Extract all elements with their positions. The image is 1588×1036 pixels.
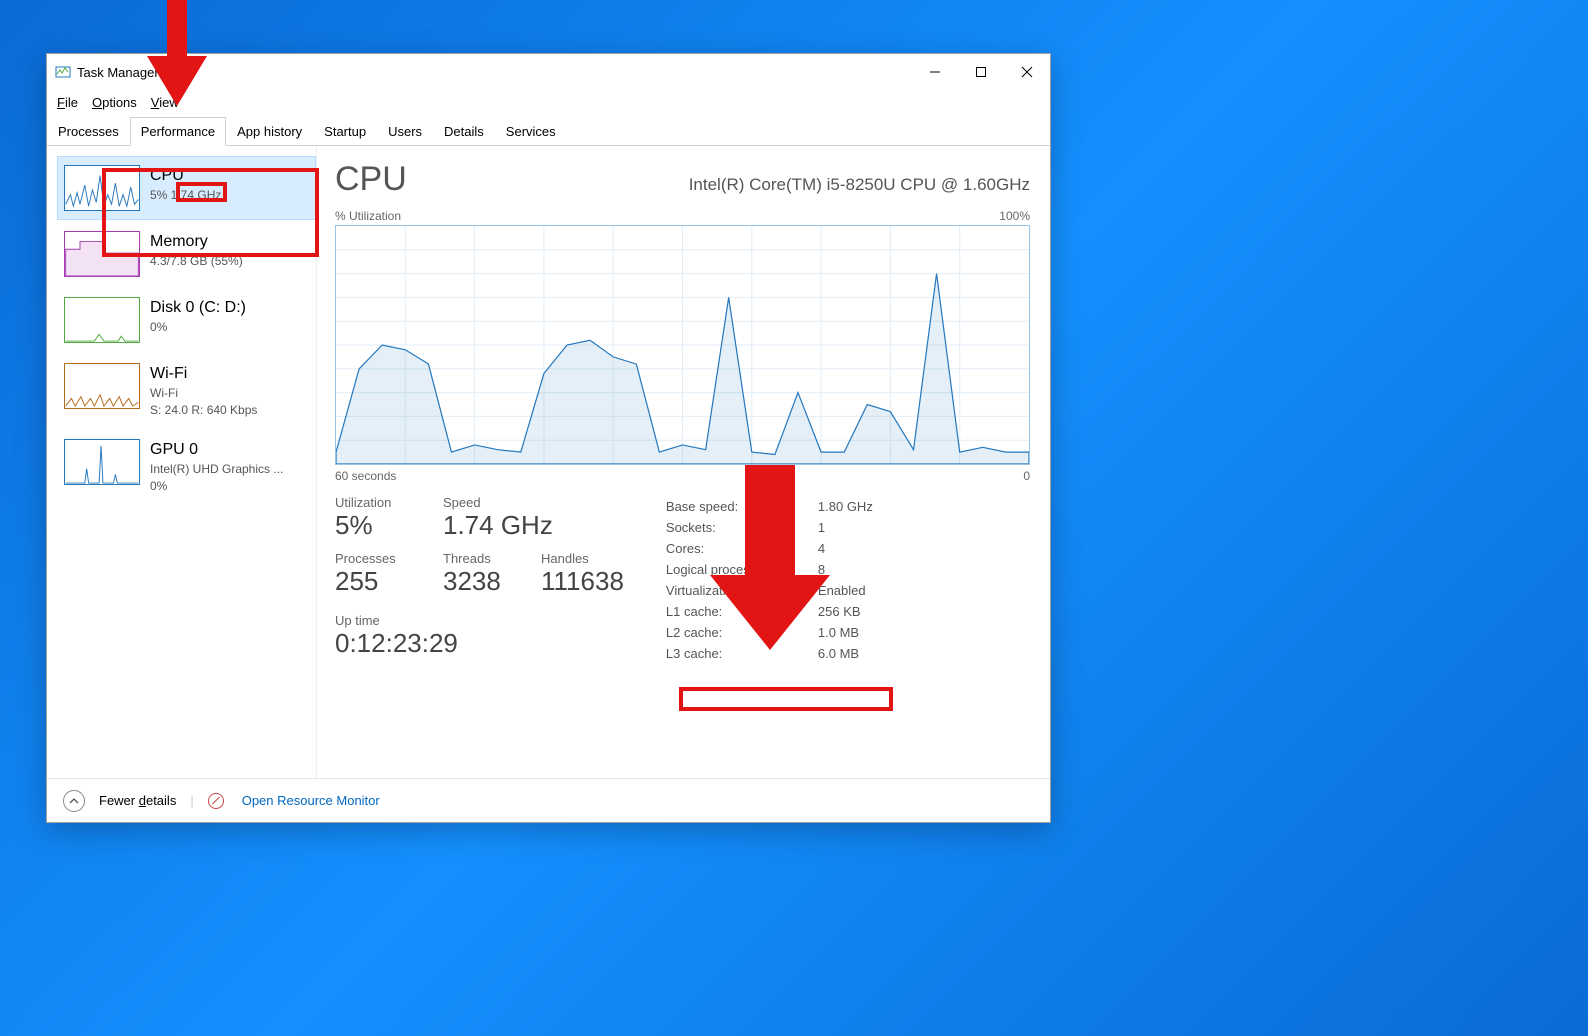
sidebar-wifi-sub1: Wi-Fi (150, 385, 257, 402)
stat-speed-label: Speed (443, 495, 553, 510)
spec-row: Virtualization:Enabled (666, 581, 883, 600)
tabbar: Processes Performance App history Startu… (47, 116, 1050, 146)
menu-view[interactable]: View (151, 95, 179, 110)
sidebar-wifi-title: Wi-Fi (150, 363, 257, 385)
stat-threads-value: 3238 (443, 566, 523, 597)
tab-processes[interactable]: Processes (47, 117, 130, 145)
chart-label-0: 0 (1023, 469, 1030, 483)
window-title: Task Manager (77, 65, 159, 80)
sidebar-gpu-title: GPU 0 (150, 439, 283, 461)
gpu-thumb (64, 439, 140, 485)
fewer-details-link[interactable]: Fewer details (99, 793, 176, 808)
menu-file[interactable]: File (57, 95, 78, 110)
sidebar-gpu-sub2: 0% (150, 478, 283, 495)
sidebar-item-wifi[interactable]: Wi-Fi Wi-Fi S: 24.0 R: 640 Kbps (57, 354, 316, 428)
sidebar-item-gpu[interactable]: GPU 0 Intel(R) UHD Graphics ... 0% (57, 430, 316, 504)
tab-services[interactable]: Services (495, 117, 567, 145)
chart-label-60s: 60 seconds (335, 469, 396, 483)
stat-handles-value: 111638 (541, 566, 624, 597)
sidebar-gpu-sub1: Intel(R) UHD Graphics ... (150, 461, 283, 478)
tab-app-history[interactable]: App history (226, 117, 313, 145)
stat-handles-label: Handles (541, 551, 624, 566)
sidebar-memory-sub: 4.3/7.8 GB (55%) (150, 253, 243, 270)
main-heading: CPU (335, 160, 407, 199)
close-button[interactable] (1004, 54, 1050, 90)
menu-options[interactable]: Options (92, 95, 137, 110)
menubar: File Options View (47, 90, 1050, 116)
spec-row: Cores:4 (666, 539, 883, 558)
tab-startup[interactable]: Startup (313, 117, 377, 145)
sidebar-item-memory[interactable]: Memory 4.3/7.8 GB (55%) (57, 222, 316, 286)
cpu-thumb (64, 165, 140, 211)
stat-processes-value: 255 (335, 566, 425, 597)
sidebar-cpu-sub: 5% 1.74 GHz (150, 187, 221, 204)
main-panel: CPU Intel(R) Core(TM) i5-8250U CPU @ 1.6… (317, 146, 1050, 778)
maximize-button[interactable] (958, 54, 1004, 90)
titlebar[interactable]: Task Manager (47, 54, 1050, 90)
chevron-up-icon[interactable] (63, 790, 85, 812)
uptime-value: 0:12:23:29 (335, 628, 624, 659)
wifi-thumb (64, 363, 140, 409)
stat-util-label: Utilization (335, 495, 425, 510)
task-manager-window: Task Manager File Options View Processes… (46, 53, 1051, 823)
spec-row: Sockets:1 (666, 518, 883, 537)
uptime-label: Up time (335, 613, 624, 628)
tab-details[interactable]: Details (433, 117, 495, 145)
sidebar-item-cpu[interactable]: CPU 5% 1.74 GHz (57, 156, 316, 220)
disk-thumb (64, 297, 140, 343)
task-manager-icon (55, 64, 71, 80)
stat-processes-label: Processes (335, 551, 425, 566)
cpu-model: Intel(R) Core(TM) i5-8250U CPU @ 1.60GHz (689, 175, 1030, 195)
tab-users[interactable]: Users (377, 117, 433, 145)
performance-sidebar: CPU 5% 1.74 GHz Memory 4.3/7.8 GB (55%) (47, 146, 317, 778)
chart-label-util: % Utilization (335, 209, 401, 223)
spec-row: L1 cache:256 KB (666, 602, 883, 621)
sidebar-cpu-title: CPU (150, 165, 221, 187)
stat-util-value: 5% (335, 510, 425, 541)
resource-monitor-icon (208, 793, 224, 809)
spec-row: Base speed:1.80 GHz (666, 497, 883, 516)
memory-thumb (64, 231, 140, 277)
sidebar-item-disk[interactable]: Disk 0 (C: D:) 0% (57, 288, 316, 352)
stat-speed-value: 1.74 GHz (443, 510, 553, 541)
spec-table: Base speed:1.80 GHz Sockets:1 Cores:4 Logic… (664, 495, 885, 665)
tab-performance[interactable]: Performance (130, 117, 226, 146)
sidebar-disk-sub: 0% (150, 319, 246, 336)
chart-label-100: 100% (999, 209, 1030, 223)
cpu-chart (335, 225, 1030, 465)
sidebar-wifi-sub2: S: 24.0 R: 640 Kbps (150, 402, 257, 419)
spec-row: L3 cache:6.0 MB (666, 644, 883, 663)
sidebar-memory-title: Memory (150, 231, 243, 253)
spec-row: L2 cache:1.0 MB (666, 623, 883, 642)
sidebar-disk-title: Disk 0 (C: D:) (150, 297, 246, 319)
minimize-button[interactable] (912, 54, 958, 90)
open-resource-monitor-link[interactable]: Open Resource Monitor (242, 793, 380, 808)
spec-row: Logical processors:8 (666, 560, 883, 579)
stat-threads-label: Threads (443, 551, 523, 566)
footer: Fewer details | Open Resource Monitor (47, 778, 1050, 822)
